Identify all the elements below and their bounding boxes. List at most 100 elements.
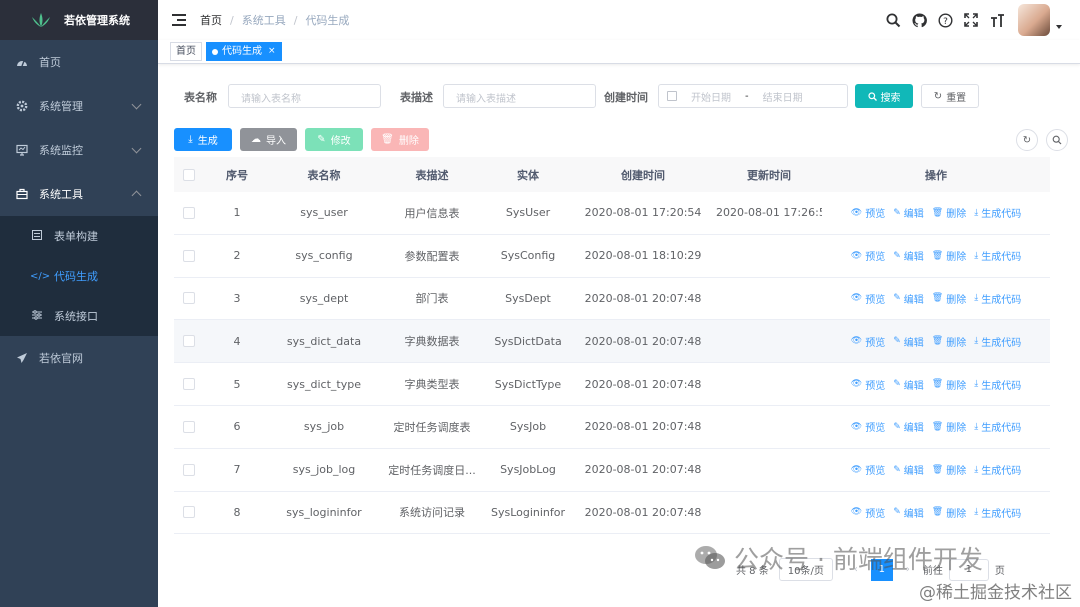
app-title: 若依管理系统 — [64, 14, 130, 27]
tags-view: 首页 代码生成 × — [158, 40, 1080, 64]
cell-no: 4 — [233, 334, 241, 348]
row-checkbox[interactable] — [183, 292, 195, 305]
font-size-icon[interactable] — [988, 11, 1006, 29]
generate-code-link[interactable]: ⤓ 生成代码 — [974, 334, 1021, 349]
search-icon[interactable] — [884, 11, 902, 29]
table-row[interactable]: 3 sys_dept 部门表 SysDept 2020-08-01 20:07:48 👁 预… — [174, 278, 1050, 321]
row-checkbox[interactable] — [183, 378, 195, 391]
import-button[interactable]: ☁ 导入 — [240, 128, 297, 151]
page-suffix: 页 — [994, 566, 1005, 577]
table-name-input[interactable]: 请输入表名称 — [228, 84, 381, 108]
goto-input[interactable]: 1 — [948, 558, 989, 581]
download-icon: ⤓ — [974, 507, 979, 518]
preview-link[interactable]: 👁 预览 — [851, 419, 885, 435]
sidebar-item-website[interactable]: 若依官网 — [0, 336, 158, 380]
page-number[interactable]: 1 — [870, 558, 893, 581]
generate-button[interactable]: ⤓ 生成 — [174, 128, 232, 151]
edit-link[interactable]: ✎ 编辑 — [893, 419, 924, 435]
table-row[interactable]: 8 sys_logininfor 系统访问记录 SysLogininfor 2020-0… — [174, 492, 1050, 535]
generate-code-link[interactable]: ⤓ 生成代码 — [974, 291, 1021, 306]
table-row[interactable]: 6 sys_job 定时任务调度表 SysJob 2020-08-01 20:07:48… — [174, 406, 1050, 449]
sidebar-item-form-build[interactable]: 表单构建 — [0, 216, 158, 256]
right-menu: ? — [876, 0, 1062, 40]
next-page-button[interactable]: › — [897, 559, 919, 581]
cell-created: 2020-08-01 20:07:48 — [584, 291, 702, 305]
github-icon[interactable] — [910, 11, 928, 29]
close-icon[interactable]: × — [268, 43, 276, 60]
table-row[interactable]: 1 sys_user 用户信息表 SysUser 2020-08-01 17:20:54… — [174, 192, 1050, 235]
delete-link[interactable]: 🗑 删除 — [932, 462, 966, 478]
sidebar-item-code-gen[interactable]: </> 代码生成 — [0, 256, 158, 296]
row-checkbox[interactable] — [183, 206, 195, 219]
edit-link[interactable]: ✎ 编辑 — [893, 205, 924, 221]
delete-link[interactable]: 🗑 删除 — [932, 248, 966, 264]
logo[interactable]: 若依管理系统 — [0, 0, 158, 40]
search-button[interactable]: 搜索 — [855, 84, 913, 108]
help-icon[interactable]: ? — [936, 11, 954, 29]
table-desc-input[interactable]: 请输入表描述 — [443, 84, 596, 108]
row-checkbox[interactable] — [183, 249, 195, 262]
generate-code-link[interactable]: ⤓ 生成代码 — [974, 377, 1021, 392]
delete-link[interactable]: 🗑 删除 — [932, 505, 966, 520]
date-range-picker[interactable]: 开始日期 - 结束日期 — [658, 84, 848, 108]
edit-link[interactable]: ✎ 编辑 — [893, 334, 924, 349]
row-checkbox[interactable] — [183, 420, 195, 433]
preview-link[interactable]: 👁 预览 — [851, 248, 885, 264]
caret-down-icon[interactable] — [1056, 25, 1062, 29]
delete-link[interactable]: 🗑 删除 — [932, 419, 966, 435]
table-row[interactable]: 5 sys_dict_type 字典类型表 SysDictType 2020-08-01… — [174, 363, 1050, 406]
edit-link[interactable]: ✎ 编辑 — [893, 505, 924, 520]
cell-entity: SysDictType — [494, 377, 562, 391]
cell-ops: 👁 预览 ✎ 编辑 🗑 删除 ⤓ 生成代码 — [822, 419, 1050, 435]
avatar[interactable] — [1018, 4, 1050, 36]
preview-link[interactable]: 👁 预览 — [851, 291, 885, 306]
toggle-search-button[interactable] — [1046, 129, 1068, 151]
edit-link[interactable]: ✎ 编辑 — [893, 462, 924, 478]
delete-link[interactable]: 🗑 删除 — [932, 291, 966, 306]
delete-link[interactable]: 🗑 删除 — [932, 334, 966, 349]
delete-button[interactable]: 🗑 删除 — [371, 128, 429, 151]
breadcrumb-item[interactable]: 首页 — [200, 12, 222, 28]
chevron-down-icon — [131, 143, 142, 154]
end-date-input[interactable]: 结束日期 — [763, 89, 803, 104]
download-icon: ⤓ — [974, 336, 979, 347]
tag-code-gen[interactable]: 代码生成 × — [206, 42, 282, 61]
generate-code-link[interactable]: ⤓ 生成代码 — [974, 419, 1021, 435]
select-all-checkbox[interactable] — [183, 168, 195, 181]
preview-link[interactable]: 👁 预览 — [851, 377, 885, 392]
start-date-input[interactable]: 开始日期 — [691, 89, 731, 104]
refresh-button[interactable]: ↻ — [1016, 129, 1038, 151]
row-checkbox[interactable] — [183, 335, 195, 348]
preview-link[interactable]: 👁 预览 — [851, 505, 885, 520]
sidebar-item-tools[interactable]: 系统工具 — [0, 172, 158, 216]
generate-code-link[interactable]: ⤓ 生成代码 — [974, 505, 1021, 520]
row-checkbox[interactable] — [183, 463, 195, 476]
tag-home[interactable]: 首页 — [170, 42, 202, 61]
prev-page-button[interactable]: ‹ — [845, 559, 867, 581]
edit-link[interactable]: ✎ 编辑 — [893, 291, 924, 306]
sidebar-item-home[interactable]: 首页 — [0, 40, 158, 84]
edit-link[interactable]: ✎ 编辑 — [893, 248, 924, 264]
preview-link[interactable]: 👁 预览 — [851, 334, 885, 349]
sidebar-item-system[interactable]: 系统管理 — [0, 84, 158, 128]
preview-link[interactable]: 👁 预览 — [851, 462, 885, 478]
table-row[interactable]: 4 sys_dict_data 字典数据表 SysDictData 2020-08-01… — [174, 320, 1050, 364]
generate-code-link[interactable]: ⤓ 生成代码 — [974, 205, 1021, 221]
hamburger-icon[interactable] — [172, 13, 186, 27]
fullscreen-icon[interactable] — [962, 11, 980, 29]
edit-link[interactable]: ✎ 编辑 — [893, 377, 924, 392]
table-row[interactable]: 2 sys_config 参数配置表 SysConfig 2020-08-01 18:1… — [174, 235, 1050, 278]
preview-link[interactable]: 👁 预览 — [851, 205, 885, 221]
edit-button[interactable]: ✎ 修改 — [305, 128, 363, 151]
generate-code-link[interactable]: ⤓ 生成代码 — [974, 462, 1021, 478]
reset-button[interactable]: ↻ 重置 — [921, 84, 979, 108]
page-size-select[interactable]: 10条/页 — [778, 558, 833, 581]
form-icon — [30, 229, 44, 243]
sidebar-item-monitor[interactable]: 系统监控 — [0, 128, 158, 172]
sidebar-item-api[interactable]: 系统接口 — [0, 296, 158, 336]
row-checkbox[interactable] — [183, 506, 195, 519]
generate-code-link[interactable]: ⤓ 生成代码 — [974, 248, 1021, 264]
table-row[interactable]: 7 sys_job_log 定时任务调度日... SysJobLog 2020-08-0… — [174, 449, 1050, 492]
delete-link[interactable]: 🗑 删除 — [932, 205, 966, 221]
delete-link[interactable]: 🗑 删除 — [932, 377, 966, 392]
